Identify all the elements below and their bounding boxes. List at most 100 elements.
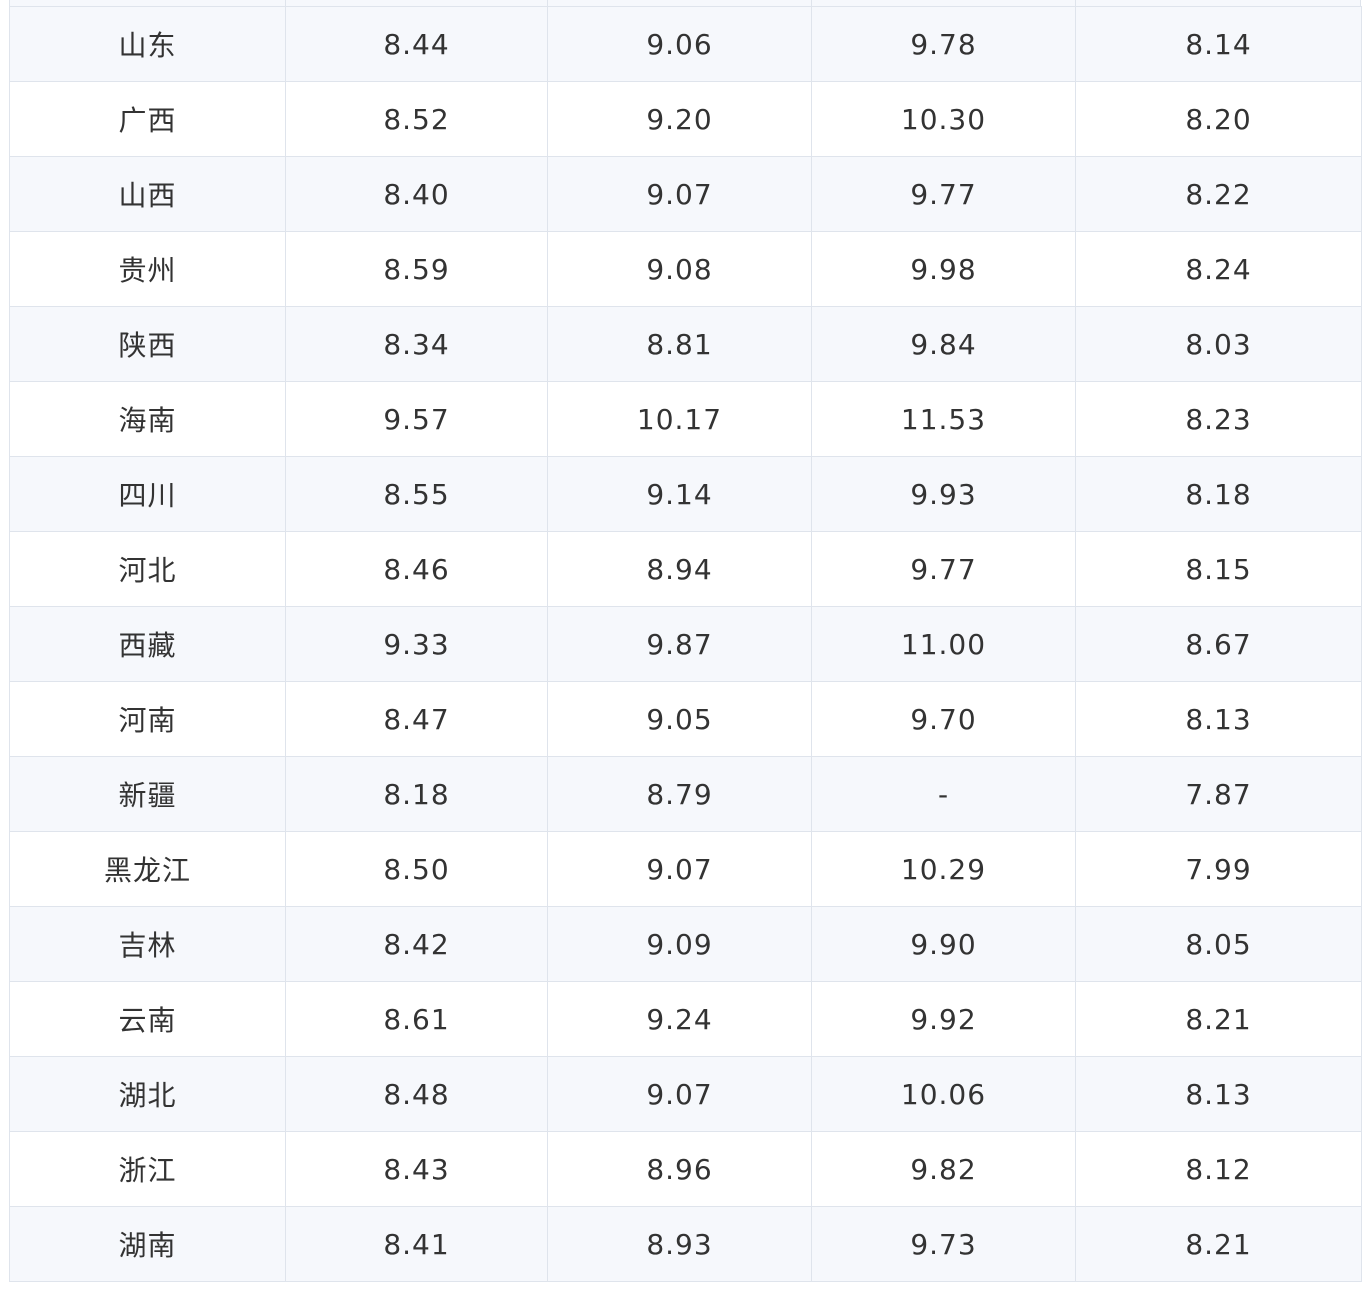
price-cell: 8.40 [285, 156, 548, 232]
price-cell: 9.98 [811, 231, 1076, 307]
price-cell: 8.24 [1075, 231, 1362, 307]
price-cell: 8.18 [1075, 456, 1362, 532]
price-cell: 9.07 [547, 831, 812, 907]
table-row: 西藏 9.33 9.87 11.00 8.67 [9, 606, 1362, 682]
price-cell: 9.57 [285, 381, 548, 457]
price-cell: 8.03 [1075, 306, 1362, 382]
table-row: 海南 9.57 10.17 11.53 8.23 [9, 381, 1362, 457]
price-cell: 8.13 [1075, 1056, 1362, 1132]
price-cell: 9.82 [811, 1131, 1076, 1207]
table-row: 广西 8.52 9.20 10.30 8.20 [9, 81, 1362, 157]
price-cell: 8.96 [547, 1131, 812, 1207]
table-row: 黑龙江 8.50 9.07 10.29 7.99 [9, 831, 1362, 907]
price-cell: 9.84 [811, 306, 1076, 382]
price-cell: 11.00 [811, 606, 1076, 682]
price-cell: 9.05 [547, 681, 812, 757]
province-cell: 吉林 [9, 906, 286, 982]
price-cell: - [811, 756, 1076, 832]
price-cell: 9.93 [811, 456, 1076, 532]
price-cell: 10.29 [811, 831, 1076, 907]
price-cell: 10.30 [811, 81, 1076, 157]
table-row: 山西 8.40 9.07 9.77 8.22 [9, 156, 1362, 232]
price-cell: 9.20 [547, 81, 812, 157]
price-cell: 8.14 [1075, 6, 1362, 82]
table-row: 陕西 8.34 8.81 9.84 8.03 [9, 306, 1362, 382]
price-cell: 9.73 [811, 1206, 1076, 1282]
price-cell: 8.59 [285, 231, 548, 307]
price-cell: 9.87 [547, 606, 812, 682]
table-row: 新疆 8.18 8.79-7.87 [9, 756, 1362, 832]
price-cell: 8.12 [1075, 1131, 1362, 1207]
price-cell: 9.90 [811, 906, 1076, 982]
price-cell: 9.14 [547, 456, 812, 532]
price-cell: 8.81 [547, 306, 812, 382]
price-cell: 8.18 [285, 756, 548, 832]
price-cell: 8.13 [1075, 681, 1362, 757]
table-row: 河北 8.46 8.94 9.77 8.15 [9, 531, 1362, 607]
price-cell: 8.15 [1075, 531, 1362, 607]
price-cell: 8.23 [1075, 381, 1362, 457]
price-cell: 8.61 [285, 981, 548, 1057]
price-cell: 9.77 [811, 531, 1076, 607]
province-cell: 山东 [9, 6, 286, 82]
price-cell: 8.21 [1075, 981, 1362, 1057]
table-row: 四川 8.55 9.14 9.93 8.18 [9, 456, 1362, 532]
price-cell: 9.07 [547, 1056, 812, 1132]
price-cell: 8.44 [285, 6, 548, 82]
price-cell: 8.52 [285, 81, 548, 157]
price-cell: 8.55 [285, 456, 548, 532]
province-cell: 浙江 [9, 1131, 286, 1207]
price-cell: 9.33 [285, 606, 548, 682]
province-cell: 河北 [9, 531, 286, 607]
province-cell: 四川 [9, 456, 286, 532]
price-cell: 10.17 [547, 381, 812, 457]
province-cell: 西藏 [9, 606, 286, 682]
table-body: 山东 8.44 9.06 9.78 8.14 广西 8.52 9.20 10.30 8.20 山西 8… [9, 6, 1362, 1282]
price-cell: 8.94 [547, 531, 812, 607]
price-cell: 9.06 [547, 6, 812, 82]
price-cell: 10.06 [811, 1056, 1076, 1132]
province-cell: 贵州 [9, 231, 286, 307]
price-cell: 8.48 [285, 1056, 548, 1132]
province-cell: 山西 [9, 156, 286, 232]
table-row: 云南 8.61 9.24 9.92 8.21 [9, 981, 1362, 1057]
price-cell: 8.47 [285, 681, 548, 757]
price-cell: 9.77 [811, 156, 1076, 232]
price-cell: 8.21 [1075, 1206, 1362, 1282]
price-cell: 8.34 [285, 306, 548, 382]
province-cell: 黑龙江 [9, 831, 286, 907]
price-cell: 8.22 [1075, 156, 1362, 232]
price-cell: 8.50 [285, 831, 548, 907]
province-cell: 云南 [9, 981, 286, 1057]
price-cell: 8.41 [285, 1206, 548, 1282]
price-cell: 9.07 [547, 156, 812, 232]
price-cell: 8.46 [285, 531, 548, 607]
price-cell: 9.70 [811, 681, 1076, 757]
price-cell: 8.42 [285, 906, 548, 982]
price-cell: 8.43 [285, 1131, 548, 1207]
province-cell: 湖北 [9, 1056, 286, 1132]
table-row: 湖北 8.48 9.07 10.06 8.13 [9, 1056, 1362, 1132]
price-cell: 9.78 [811, 6, 1076, 82]
price-cell: 9.92 [811, 981, 1076, 1057]
province-cell: 湖南 [9, 1206, 286, 1282]
price-cell: 7.87 [1075, 756, 1362, 832]
price-cell: 8.93 [547, 1206, 812, 1282]
province-cell: 陕西 [9, 306, 286, 382]
table-row: 山东 8.44 9.06 9.78 8.14 [9, 6, 1362, 82]
province-cell: 河南 [9, 681, 286, 757]
province-cell: 广西 [9, 81, 286, 157]
table-row: 河南 8.47 9.05 9.70 8.13 [9, 681, 1362, 757]
price-cell: 9.09 [547, 906, 812, 982]
price-cell: 8.20 [1075, 81, 1362, 157]
price-cell: 8.05 [1075, 906, 1362, 982]
province-cell: 海南 [9, 381, 286, 457]
price-cell: 7.99 [1075, 831, 1362, 907]
price-cell: 9.24 [547, 981, 812, 1057]
price-cell: 9.08 [547, 231, 812, 307]
table-row: 贵州 8.59 9.08 9.98 8.24 [9, 231, 1362, 307]
table-row: 吉林 8.42 9.09 9.90 8.05 [9, 906, 1362, 982]
price-cell: 11.53 [811, 381, 1076, 457]
table-row: 湖南 8.41 8.93 9.73 8.21 [9, 1206, 1362, 1282]
price-cell: 8.79 [547, 756, 812, 832]
